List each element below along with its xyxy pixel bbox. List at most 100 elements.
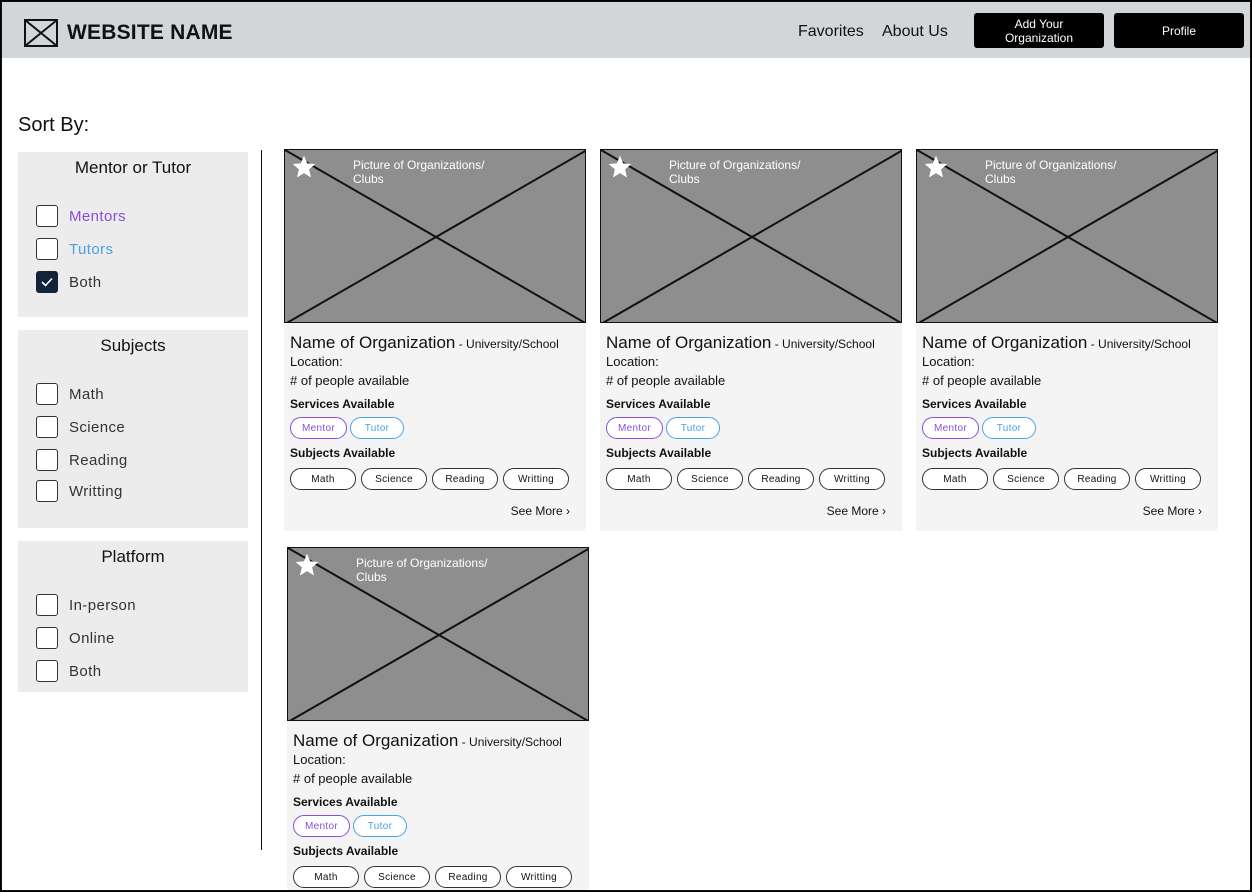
image-caption: Picture of Organizations/ Clubs: [356, 556, 506, 584]
favorite-star-icon[interactable]: [607, 154, 633, 180]
checkbox[interactable]: [36, 238, 58, 260]
organization-type: - University/School: [455, 337, 559, 351]
service-pill-mentor[interactable]: Mentor: [606, 417, 663, 439]
organization-type: - University/School: [1087, 337, 1191, 351]
profile-button[interactable]: Profile: [1114, 13, 1244, 48]
favorite-star-icon[interactable]: [291, 154, 317, 180]
service-pill-tutor[interactable]: Tutor: [982, 417, 1036, 439]
subject-pill-science[interactable]: Science: [361, 468, 427, 490]
subjects-label: Subjects Available: [293, 844, 399, 858]
filter-option-tutors[interactable]: Tutors: [36, 237, 113, 261]
organization-location: Location:: [293, 752, 346, 767]
service-pill-tutor[interactable]: Tutor: [666, 417, 720, 439]
logo-icon[interactable]: [24, 19, 58, 47]
checkbox[interactable]: [36, 416, 58, 438]
subject-pill-math[interactable]: Math: [290, 468, 356, 490]
site-name[interactable]: WEBSITE NAME: [67, 21, 233, 45]
checkbox[interactable]: [36, 449, 58, 471]
organization-card[interactable]: Picture of Organizations/ Clubs Name of …: [916, 149, 1218, 531]
subjects-label: Subjects Available: [922, 446, 1028, 460]
filter-option-both-platform[interactable]: Both: [36, 659, 101, 683]
subject-pill-reading[interactable]: Reading: [432, 468, 498, 490]
filter-role-title: Mentor or Tutor: [74, 158, 192, 177]
filter-option-reading[interactable]: Reading: [36, 448, 128, 472]
subject-pill-science[interactable]: Science: [993, 468, 1059, 490]
image-caption-line2: Clubs: [669, 172, 700, 186]
services-label: Services Available: [290, 397, 395, 411]
subject-pill-reading[interactable]: Reading: [748, 468, 814, 490]
option-label: Reading: [69, 451, 128, 469]
organization-name: Name of Organization: [290, 333, 456, 352]
top-nav-bar: WEBSITE NAME Favorites About Us Add Your…: [2, 2, 1250, 58]
option-label: Tutors: [69, 240, 114, 258]
filter-option-science[interactable]: Science: [36, 415, 125, 439]
organization-card[interactable]: Picture of Organizations/ Clubs Name of …: [284, 149, 586, 531]
organization-type: - University/School: [771, 337, 875, 351]
add-organization-button[interactable]: Add Your Organization: [974, 13, 1104, 48]
checkbox-checked[interactable]: [36, 271, 58, 293]
filter-option-in-person[interactable]: In-person: [36, 593, 136, 617]
subject-pill-math[interactable]: Math: [606, 468, 672, 490]
service-pill-mentor[interactable]: Mentor: [922, 417, 979, 439]
filter-platform: Platform In-person Online Both: [18, 541, 248, 692]
organization-name: Name of Organization: [922, 333, 1088, 352]
filter-role: Mentor or Tutor Mentors Tutors Both: [18, 152, 248, 317]
filter-option-writting[interactable]: Writting: [36, 479, 123, 503]
subject-pill-writting[interactable]: Writting: [1135, 468, 1201, 490]
checkbox[interactable]: [36, 205, 58, 227]
subject-pill-reading[interactable]: Reading: [435, 866, 501, 888]
filter-option-math[interactable]: Math: [36, 382, 104, 406]
organization-location: Location:: [606, 354, 659, 369]
subject-pill-math[interactable]: Math: [922, 468, 988, 490]
image-caption: Picture of Organizations/ Clubs: [669, 158, 819, 186]
service-pill-tutor[interactable]: Tutor: [350, 417, 404, 439]
image-caption-line2: Clubs: [985, 172, 1016, 186]
subject-pill-science[interactable]: Science: [677, 468, 743, 490]
subject-pill-writting[interactable]: Writting: [819, 468, 885, 490]
organization-type: - University/School: [458, 735, 562, 749]
check-icon: [41, 277, 53, 287]
see-more-link[interactable]: See More ›: [827, 504, 886, 518]
checkbox[interactable]: [36, 594, 58, 616]
see-more-link[interactable]: See More ›: [1143, 504, 1202, 518]
favorite-star-icon[interactable]: [923, 154, 949, 180]
people-available: # of people available: [293, 771, 413, 786]
filter-option-both-role[interactable]: Both: [36, 270, 101, 294]
services-label: Services Available: [293, 795, 398, 809]
checkbox[interactable]: [36, 660, 58, 682]
organization-image-placeholder: Picture of Organizations/ Clubs: [287, 547, 589, 721]
organization-title-line: Name of Organization - University/School: [922, 333, 1191, 353]
services-label: Services Available: [922, 397, 1027, 411]
checkbox[interactable]: [36, 383, 58, 405]
favorite-star-icon[interactable]: [294, 552, 320, 578]
organization-name: Name of Organization: [293, 731, 459, 750]
service-pill-mentor[interactable]: Mentor: [290, 417, 347, 439]
nav-about-link[interactable]: About Us: [882, 23, 948, 41]
option-label: Both: [69, 273, 102, 291]
organization-card[interactable]: Picture of Organizations/ Clubs Name of …: [600, 149, 902, 531]
organization-location: Location:: [290, 354, 343, 369]
organization-title-line: Name of Organization - University/School: [606, 333, 875, 353]
checkbox[interactable]: [36, 627, 58, 649]
checkbox[interactable]: [36, 480, 58, 502]
subject-pill-math[interactable]: Math: [293, 866, 359, 888]
subject-pill-writting[interactable]: Writting: [503, 468, 569, 490]
service-pill-tutor[interactable]: Tutor: [353, 815, 407, 837]
nav-favorites-link[interactable]: Favorites: [798, 23, 864, 41]
filter-option-online[interactable]: Online: [36, 626, 115, 650]
option-label: In-person: [69, 596, 136, 614]
subject-pill-reading[interactable]: Reading: [1064, 468, 1130, 490]
organization-name: Name of Organization: [606, 333, 772, 352]
services-label: Services Available: [606, 397, 711, 411]
filter-option-mentors[interactable]: Mentors: [36, 204, 126, 228]
subject-pill-science[interactable]: Science: [364, 866, 430, 888]
organization-card[interactable]: Picture of Organizations/ Clubs Name of …: [287, 547, 589, 890]
filter-subjects: Subjects Math Science Reading Writting: [18, 330, 248, 528]
add-organization-label-line2: Organization: [1004, 30, 1074, 45]
see-more-link[interactable]: See More ›: [511, 504, 570, 518]
option-label: Math: [69, 385, 104, 403]
subject-pill-writting[interactable]: Writting: [506, 866, 572, 888]
subjects-label: Subjects Available: [606, 446, 712, 460]
service-pill-mentor[interactable]: Mentor: [293, 815, 350, 837]
option-label: Mentors: [69, 207, 126, 225]
